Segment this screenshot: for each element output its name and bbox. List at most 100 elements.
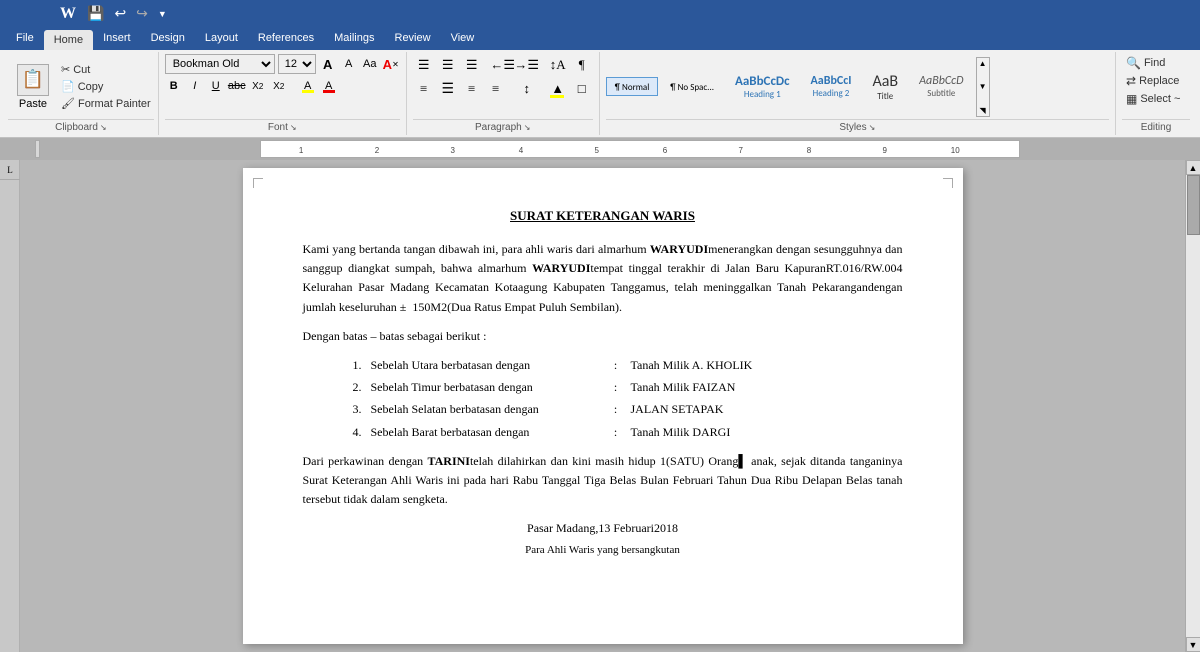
scissors-icon: ✂	[61, 63, 70, 76]
qat-dropdown-button[interactable]: ▼	[155, 8, 170, 20]
styles-scroll-down[interactable]: ▼	[979, 82, 987, 91]
font-color-button[interactable]: A	[320, 77, 338, 95]
font-grow-button[interactable]: A	[319, 55, 337, 73]
tab-review[interactable]: Review	[385, 28, 441, 50]
sort-button[interactable]: ↕A	[547, 54, 569, 76]
show-marks-button[interactable]: ¶	[571, 54, 593, 76]
font-size-select[interactable]: 12	[278, 54, 316, 74]
paragraph-2: Dengan batas – batas sebagai berikut :	[303, 327, 903, 346]
styles-scroll-buttons[interactable]: ▲ ▼ ◥	[976, 57, 990, 117]
tab-layout[interactable]: Layout	[195, 28, 248, 50]
font-dialog-launcher[interactable]: ↘	[290, 123, 297, 132]
copy-button[interactable]: 📄 Copy	[58, 79, 154, 94]
right-scrollbar: ▲ ▼	[1185, 160, 1200, 652]
increase-indent-button[interactable]: →☰	[516, 54, 538, 76]
ribbon-tabs-bar: File Home Insert Design Layout Reference…	[0, 28, 1200, 50]
boundary-item-3: 3. Sebelah Selatan berbatasan dengan : J…	[353, 400, 903, 419]
style-nospace[interactable]: ¶ No Spac...	[661, 77, 723, 96]
tab-view[interactable]: View	[441, 28, 485, 50]
decrease-indent-button[interactable]: ←☰	[492, 54, 514, 76]
style-normal[interactable]: ¶ Normal	[606, 77, 659, 96]
subscript-button[interactable]: X2	[249, 77, 267, 95]
italic-button[interactable]: I	[186, 77, 204, 95]
format-painter-icon: 🖌	[61, 97, 75, 110]
align-left-button[interactable]: ≡	[413, 78, 435, 100]
strikethrough-button[interactable]: abc	[228, 77, 246, 95]
underline-button[interactable]: U	[207, 77, 225, 95]
ruler-corner[interactable]: L	[0, 160, 20, 180]
font-name-select[interactable]: Bookman Old	[165, 54, 275, 74]
editing-group-label: Editing	[1122, 119, 1190, 133]
document-body: Kami yang bertanda tangan dibawah ini, p…	[303, 240, 903, 560]
paragraph-dialog-launcher[interactable]: ↘	[524, 123, 531, 132]
corner-tl	[253, 178, 263, 188]
find-button[interactable]: 🔍 Find	[1122, 54, 1190, 72]
format-painter-button[interactable]: 🖌 Format Painter	[58, 96, 154, 111]
replace-button[interactable]: ⇄ Replace	[1122, 72, 1190, 90]
paste-button[interactable]: 📋 Paste	[8, 54, 58, 119]
clipboard-group: 📋 Paste ✂ Cut 📄 Copy 🖌 Format Painter	[4, 52, 159, 135]
shading-button[interactable]: ▲	[547, 78, 569, 100]
tab-insert[interactable]: Insert	[93, 28, 141, 50]
paste-label: Paste	[19, 98, 47, 110]
superscript-button[interactable]: X2	[270, 77, 288, 95]
tab-file[interactable]: File	[6, 28, 44, 50]
styles-group-label: Styles ↘	[606, 119, 1109, 133]
border-button[interactable]: □	[571, 78, 593, 100]
footer-label: Para Ahli Waris yang bersangkutan	[303, 542, 903, 560]
style-title[interactable]: AaB Title	[863, 69, 907, 105]
select-button[interactable]: ▦ Select ~	[1122, 90, 1190, 108]
document-page: SURAT KETERANGAN WARIS Kami yang bertand…	[243, 168, 963, 644]
undo-button[interactable]: ↩	[111, 5, 129, 24]
scroll-down-button[interactable]: ▼	[1186, 637, 1200, 652]
scroll-track[interactable]	[1186, 175, 1200, 637]
font-group-label: Font ↘	[165, 119, 400, 133]
cut-button[interactable]: ✂ Cut	[58, 62, 154, 77]
left-sidebar: L	[0, 160, 20, 652]
style-subtitle[interactable]: AaBbCcD Subtitle	[910, 71, 972, 102]
clear-formatting-button[interactable]: A ✕	[382, 55, 400, 73]
boundary-list: 1. Sebelah Utara berbatasan dengan : Tan…	[333, 356, 903, 442]
multilevel-list-button[interactable]: ☰	[461, 54, 483, 76]
quick-access-toolbar: W 💾 ↩ ↪ ▼	[0, 0, 1200, 28]
scroll-up-button[interactable]: ▲	[1186, 160, 1200, 175]
align-center-button[interactable]: ☰	[437, 78, 459, 100]
tab-home[interactable]: Home	[44, 30, 93, 50]
style-heading2[interactable]: AaBbCcI Heading 2	[802, 71, 861, 102]
clipboard-small-buttons: ✂ Cut 📄 Copy 🖌 Format Painter	[58, 54, 154, 119]
bold-button[interactable]: B	[165, 77, 183, 95]
paragraph-3: Dari perkawinan dengan TARINItelah dilah…	[303, 452, 903, 510]
tab-design[interactable]: Design	[141, 28, 195, 50]
justify-button[interactable]: ≡	[485, 78, 507, 100]
document-area: L SURAT KETERANGAN WARIS Kami yang berta…	[0, 160, 1200, 652]
font-shrink-button[interactable]: A	[340, 55, 358, 73]
styles-scroll-up[interactable]: ▲	[979, 59, 987, 68]
ribbon-body: 📋 Paste ✂ Cut 📄 Copy 🖌 Format Painter	[0, 50, 1200, 138]
style-heading1[interactable]: AaBbCcDc Heading 1	[726, 71, 799, 103]
editing-group: 🔍 Find ⇄ Replace ▦ Select ~ Editing	[1116, 52, 1196, 135]
find-icon: 🔍	[1126, 56, 1141, 70]
text-highlight-button[interactable]: A	[299, 77, 317, 95]
ruler-indent-marker	[35, 140, 40, 158]
boundary-item-4: 4. Sebelah Barat berbatasan dengan : Tan…	[353, 423, 903, 442]
paste-icon: 📋	[17, 64, 49, 96]
align-right-button[interactable]: ≡	[461, 78, 483, 100]
corner-tr	[943, 178, 953, 188]
ruler: 1 2 3 4 5 6 7 8 9 10	[260, 140, 1020, 158]
styles-more[interactable]: ◥	[979, 106, 985, 115]
tab-references[interactable]: References	[248, 28, 324, 50]
word-icon: W	[60, 5, 76, 23]
font-case-button[interactable]: Aa	[361, 55, 379, 73]
clipboard-group-label: Clipboard ↘	[8, 119, 154, 133]
redo-button[interactable]: ↪	[133, 5, 151, 24]
bullets-button[interactable]: ☰	[413, 54, 435, 76]
numbering-button[interactable]: ☰	[437, 54, 459, 76]
replace-icon: ⇄	[1126, 74, 1136, 88]
save-button[interactable]: 💾	[84, 5, 107, 24]
tab-mailings[interactable]: Mailings	[324, 28, 384, 50]
clipboard-dialog-launcher[interactable]: ↘	[100, 123, 107, 132]
line-spacing-button[interactable]: ↕	[516, 78, 538, 100]
scroll-thumb[interactable]	[1187, 175, 1200, 235]
boundary-item-1: 1. Sebelah Utara berbatasan dengan : Tan…	[353, 356, 903, 375]
styles-dialog-launcher[interactable]: ↘	[869, 123, 876, 132]
